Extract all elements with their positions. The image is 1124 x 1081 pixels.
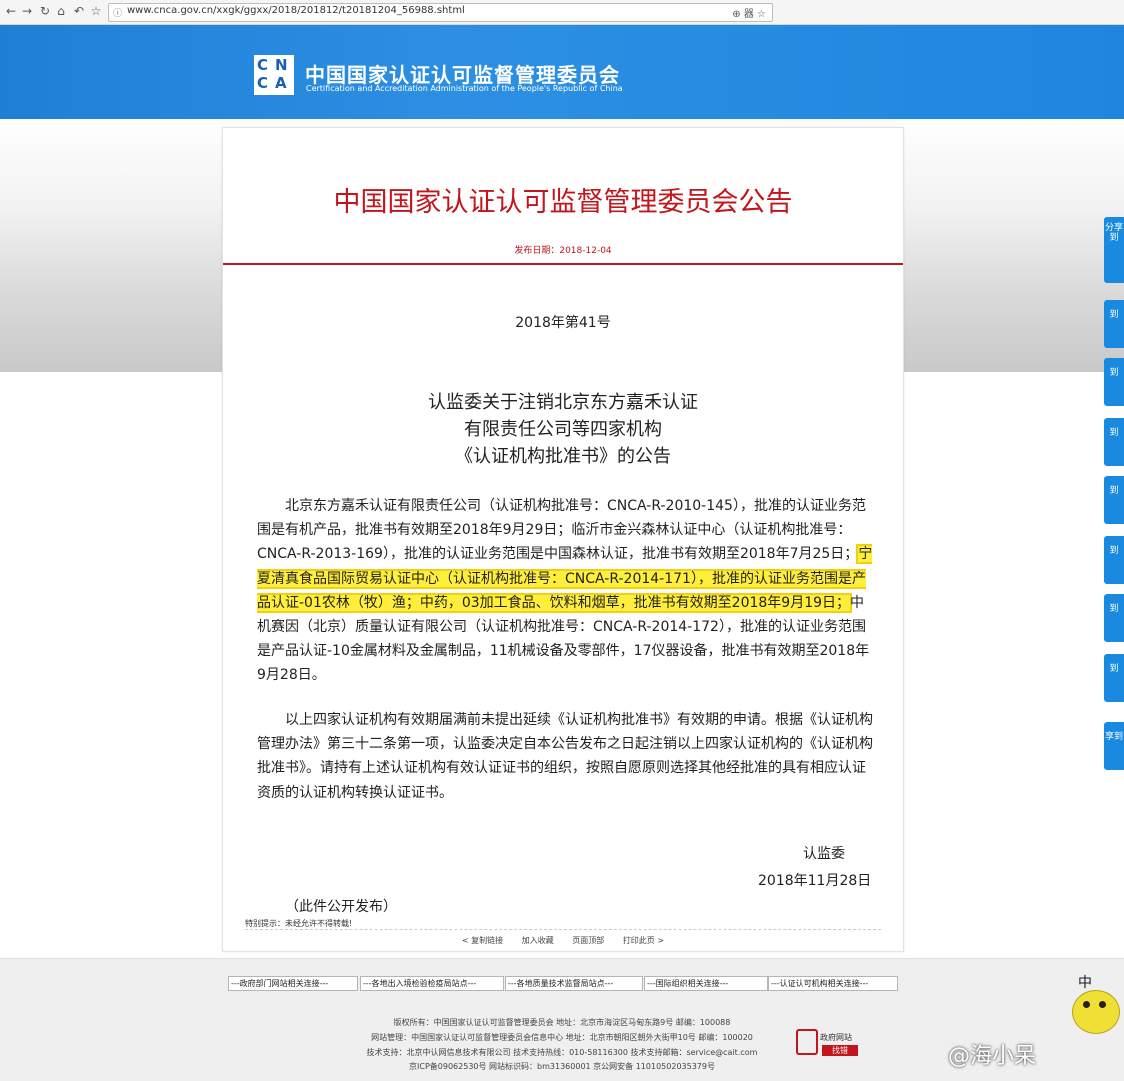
share-tab[interactable]: 到 [1104,358,1124,406]
share-tab[interactable]: 享到 [1104,722,1124,770]
org-name-en: Certification and Accreditation Administ… [306,84,623,93]
intl-links-select[interactable]: ---国际组织相关连接--- [644,976,768,991]
body-paragraph-2: 以上四家认证机构有效期届满前未提出延续《认证机构批准书》有效期的申请。根据《认证… [257,708,873,805]
title-divider [223,263,903,265]
article-card: 中国国家认证认可监督管理委员会公告 发布日期：2018-12-04 2018年第… [222,127,904,952]
qts-links-select[interactable]: ---各地质量技术监督局站点--- [505,976,643,991]
para1-text-a: 北京东方嘉禾认证有限责任公司（认证机构批准号：CNCA-R-2010-145），… [257,498,866,563]
url-text: www.cnca.gov.cn/xxgk/ggxx/2018/201812/t2… [127,5,465,16]
cert-links-select[interactable]: ---认证认可机构相关连接--- [768,976,898,991]
watermark-text: @海小呆 [948,1044,1037,1069]
ciq-links-select[interactable]: ---各地出入境检验检疫局站点--- [360,976,504,991]
document-number: 2018年第41号 [515,315,611,331]
gov-site-label: 政府网站 [820,1033,852,1042]
share-tab[interactable]: 到 [1104,536,1124,584]
info-icon: ⓘ [113,9,123,19]
divider [245,929,881,930]
reload-icon[interactable]: ↻ [38,4,52,18]
address-bar[interactable]: ⓘ www.cnca.gov.cn/xxgk/ggxx/2018/201812/… [108,3,773,22]
share-tab[interactable]: 到 [1104,300,1124,348]
public-note: （此件公开发布） [285,899,397,915]
heading-line-2: 有限责任公司等四家机构 [464,419,662,440]
gov-site-badge[interactable]: 政府网站 找错 [796,1029,866,1057]
home-icon[interactable]: ⌂ [54,4,68,18]
special-note: 特别提示：未经允许不得转载! [245,919,353,928]
copy-link-button[interactable]: < 复制链接 [462,936,503,945]
heading-line-3: 《认证机构批准书》的公告 [455,446,671,467]
page-top-button[interactable]: 页面顶部 [572,936,604,945]
arrow-right-icon[interactable]: → [20,4,34,18]
share-tab[interactable]: 到 [1104,654,1124,702]
undo-icon[interactable]: ↶ [72,4,86,18]
heading-line-1: 认监委关于注销北京东方嘉禾认证 [428,392,698,413]
cnca-logo: C N C A [254,55,294,95]
site-header: C N C A 中国国家认证认可监督管理委员会 Certification an… [0,25,1124,119]
add-favorite-button[interactable]: 加入收藏 [522,936,554,945]
sign-date: 2018年11月28日 [758,873,872,889]
signature: 认监委 [803,846,845,862]
share-tab[interactable]: 分享到 [1104,217,1124,283]
browser-toolbar: ← → ↻ ⌂ ↶ ☆ ⓘ www.cnca.gov.cn/xxgk/ggxx/… [0,0,1124,25]
arrow-left-icon[interactable]: ← [4,4,18,18]
share-tab[interactable]: 到 [1104,418,1124,466]
footer-copyright: 版权所有：中国国家认证认可监督管理委员会 地址：北京市海淀区马甸东路9号 邮编：… [393,1018,731,1027]
print-page-button[interactable]: 打印此页 > [623,936,664,945]
publish-date: 发布日期：2018-12-04 [514,246,612,256]
share-tab[interactable]: 到 [1104,594,1124,642]
article-actions: < 复制链接 加入收藏 页面顶部 打印此页 > [223,935,903,946]
address-tools[interactable]: ⊕ 器 ☆ [732,5,766,20]
share-tab[interactable]: 到 [1104,476,1124,524]
watermark-char: 中 [1078,975,1092,991]
gov-site-icon [796,1029,818,1055]
star-icon[interactable]: ☆ [89,4,103,18]
para2-text: 以上四家认证机构有效期届满前未提出延续《认证机构批准书》有效期的申请。根据《认证… [257,712,873,801]
mascot-icon [1072,990,1120,1034]
report-error-button[interactable]: 找错 [822,1045,858,1056]
page-title: 中国国家认证认可监督管理委员会公告 [333,187,793,218]
gov-links-select[interactable]: ---政府部门网站相关连接--- [228,976,358,991]
body-paragraph-1: 北京东方嘉禾认证有限责任公司（认证机构批准号：CNCA-R-2010-145），… [257,494,873,688]
